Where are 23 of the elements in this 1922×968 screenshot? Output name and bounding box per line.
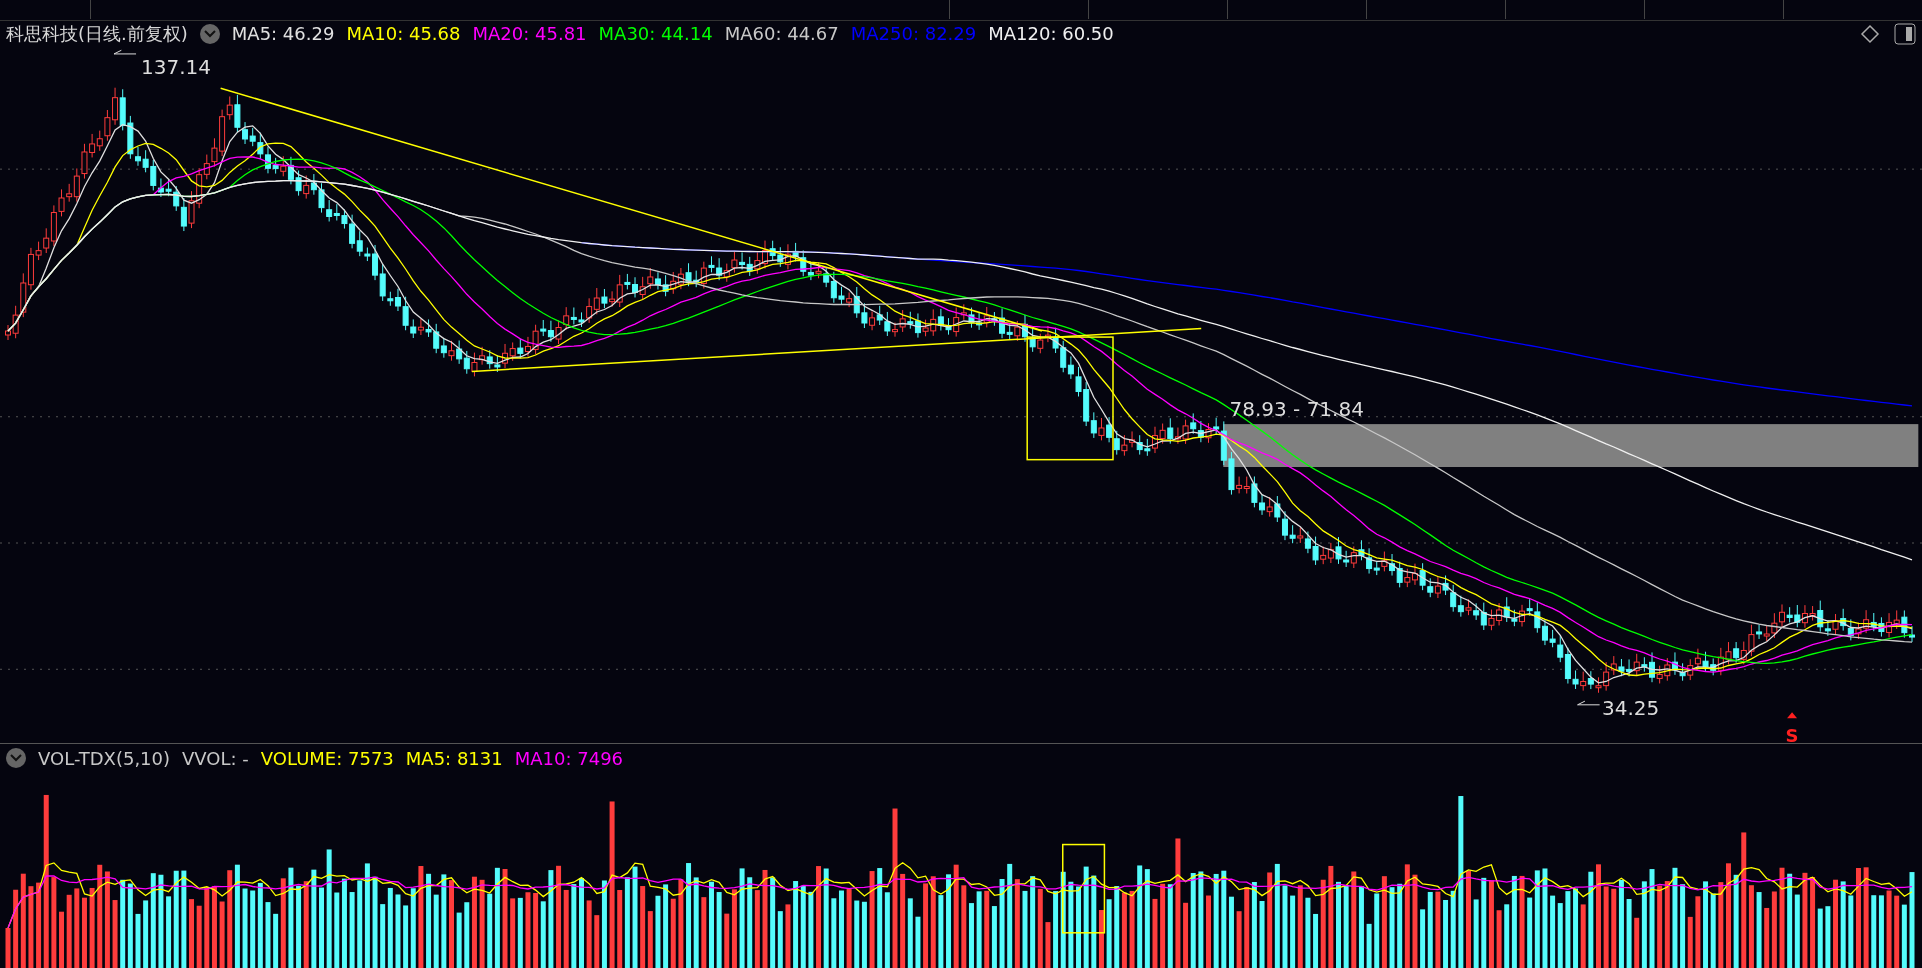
indicator-label: MA30: 44.14 [598,23,713,44]
chevron-down-icon[interactable] [6,748,26,768]
indicator-label: VVOL: - [182,747,249,769]
low-price-label: 34.25 [1602,695,1660,720]
indicator-label: MA5: 8131 [405,747,503,769]
indicator-label: MA60: 44.67 [724,23,839,44]
indicator-label: MA20: 45.81 [472,23,587,44]
indicator-label: MA10: 7496 [514,747,624,769]
signal-marker: S [1785,724,1799,743]
indicator-label: VOL-TDX(5,10) [38,747,171,769]
high-price-label: 137.14 [140,54,211,79]
panel-toggle-icon[interactable] [1894,22,1916,45]
chevron-down-icon[interactable] [199,23,220,44]
arrow-icon [1577,700,1601,706]
stock-title: 科思科技(日线.前复权) [6,21,188,46]
indicator-label: MA250: 82.29 [850,23,977,44]
indicator-label: MA10: 45.68 [346,23,461,44]
indicator-label: VOLUME: 7573 [260,747,394,769]
arrow-icon [113,49,137,55]
indicator-label: MA120: 60.50 [988,23,1114,44]
indicator-label: MA5: 46.29 [231,23,335,44]
up-arrow-icon [1787,712,1798,719]
diamond-icon[interactable] [1860,23,1880,44]
